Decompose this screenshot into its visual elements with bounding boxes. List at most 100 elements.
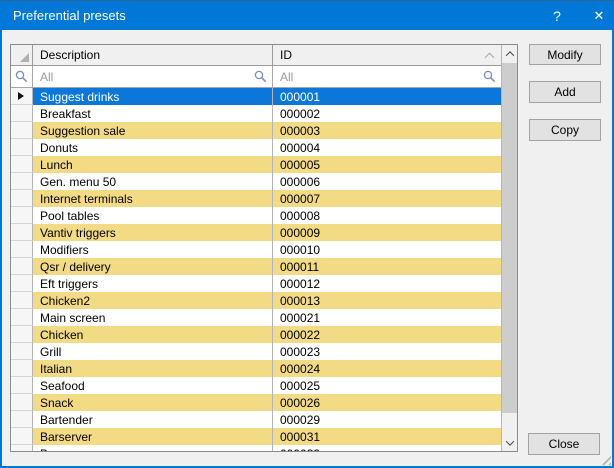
- row-id: 000024: [273, 360, 501, 377]
- scroll-up-button[interactable]: [502, 45, 517, 62]
- scroll-up-icon: [505, 51, 513, 59]
- row-indicator-cell: [11, 411, 33, 428]
- row-id: 000023: [273, 343, 501, 360]
- row-indicator-cell: [11, 173, 33, 190]
- table-row[interactable]: Barserver 000031: [11, 428, 501, 445]
- row-id: 000003: [273, 122, 501, 139]
- grid-rows: Suggest drinks 000001 Breakfast 000002 S…: [11, 88, 501, 451]
- vertical-scrollbar[interactable]: [501, 45, 517, 451]
- column-header-id-label: ID: [280, 48, 292, 62]
- table-row[interactable]: Donuts 000004: [11, 139, 501, 156]
- add-button[interactable]: Add: [529, 81, 601, 103]
- filter-id-input[interactable]: All: [273, 66, 501, 87]
- table-row[interactable]: Lunch 000005: [11, 156, 501, 173]
- table-row[interactable]: Grill 000023: [11, 343, 501, 360]
- row-id: 000009: [273, 224, 501, 241]
- close-icon: ✕: [594, 8, 605, 24]
- row-id: 000001: [273, 88, 501, 105]
- row-indicator-cell: [11, 105, 33, 122]
- row-id: 000022: [273, 326, 501, 343]
- row-indicator-cell: [11, 292, 33, 309]
- row-indicator-cell: [11, 275, 33, 292]
- help-button[interactable]: ?: [536, 1, 578, 31]
- row-id: 000032: [273, 445, 501, 451]
- scrollbar-thumb[interactable]: [502, 63, 517, 413]
- select-all-corner[interactable]: [11, 45, 33, 65]
- row-indicator-cell: [11, 445, 33, 451]
- table-row[interactable]: Qsr / delivery 000011: [11, 258, 501, 275]
- table-row[interactable]: Chicken 000022: [11, 326, 501, 343]
- row-indicator-cell: [11, 343, 33, 360]
- row-indicator-cell: [11, 190, 33, 207]
- row-description: Bartender: [33, 411, 273, 428]
- copy-button[interactable]: Copy: [529, 119, 601, 141]
- presets-grid: Description ID All A: [10, 44, 518, 452]
- table-row[interactable]: Seafood 000025: [11, 377, 501, 394]
- row-id: 000031: [273, 428, 501, 445]
- row-id: 000008: [273, 207, 501, 224]
- table-row[interactable]: Modifiers 000010: [11, 241, 501, 258]
- table-row[interactable]: Pool tables 000008: [11, 207, 501, 224]
- table-row[interactable]: Suggest drinks 000001: [11, 88, 501, 105]
- row-description: Gen. menu 50: [33, 173, 273, 190]
- table-row[interactable]: Italian 000024: [11, 360, 501, 377]
- table-row[interactable]: Eft triggers 000012: [11, 275, 501, 292]
- row-indicator-cell: [11, 258, 33, 275]
- row-description: Chicken2: [33, 292, 273, 309]
- table-row[interactable]: Internet terminals 000007: [11, 190, 501, 207]
- table-row[interactable]: Breakfast 000002: [11, 105, 501, 122]
- row-id: 000021: [273, 309, 501, 326]
- filter-indicator-cell[interactable]: [11, 66, 33, 87]
- scroll-down-icon: [505, 437, 513, 445]
- table-row[interactable]: Gen. menu 50 000006: [11, 173, 501, 190]
- column-header-id[interactable]: ID: [273, 45, 501, 65]
- dialog-preferential-presets: Preferential presets ? ✕ Description ID: [0, 0, 614, 468]
- table-row[interactable]: Main screen 000021: [11, 309, 501, 326]
- row-indicator-cell: [11, 360, 33, 377]
- magnifier-icon: [483, 70, 496, 83]
- help-icon: ?: [553, 8, 561, 24]
- row-id: 000012: [273, 275, 501, 292]
- table-row[interactable]: Chicken2 000013: [11, 292, 501, 309]
- table-row[interactable]: Suggestion sale 000003: [11, 122, 501, 139]
- table-row[interactable]: Beers 000032: [11, 445, 501, 451]
- current-row-arrow-icon: [18, 92, 24, 100]
- row-description: Donuts: [33, 139, 273, 156]
- grid-filter-row: All All: [11, 66, 501, 88]
- window-title: Preferential presets: [0, 8, 126, 23]
- modify-button[interactable]: Modify: [529, 44, 601, 65]
- row-id: 000005: [273, 156, 501, 173]
- table-row[interactable]: Bartender 000029: [11, 411, 501, 428]
- row-description: Suggest drinks: [33, 88, 273, 105]
- row-description: Italian: [33, 360, 273, 377]
- row-description: Pool tables: [33, 207, 273, 224]
- row-indicator-cell: [11, 241, 33, 258]
- close-button[interactable]: Close: [528, 433, 600, 455]
- row-id: 000007: [273, 190, 501, 207]
- row-indicator-cell: [11, 428, 33, 445]
- row-id: 000002: [273, 105, 501, 122]
- table-row[interactable]: Snack 000026: [11, 394, 501, 411]
- row-description: Seafood: [33, 377, 273, 394]
- row-id: 000011: [273, 258, 501, 275]
- row-id: 000025: [273, 377, 501, 394]
- row-description: Modifiers: [33, 241, 273, 258]
- row-description: Qsr / delivery: [33, 258, 273, 275]
- magnifier-icon: [254, 70, 267, 83]
- close-window-button[interactable]: ✕: [584, 1, 614, 31]
- filter-description-input[interactable]: All: [33, 66, 273, 87]
- row-description: Main screen: [33, 309, 273, 326]
- row-description: Beers: [33, 445, 273, 451]
- row-description: Lunch: [33, 156, 273, 173]
- row-indicator-cell: [11, 122, 33, 139]
- scroll-down-button[interactable]: [502, 434, 517, 451]
- corner-triangle-icon: [20, 53, 29, 62]
- row-indicator-cell: [11, 156, 33, 173]
- row-id: 000010: [273, 241, 501, 258]
- row-description: Eft triggers: [33, 275, 273, 292]
- row-description: Chicken: [33, 326, 273, 343]
- row-description: Internet terminals: [33, 190, 273, 207]
- column-header-description[interactable]: Description: [33, 45, 273, 65]
- row-indicator-cell: [11, 377, 33, 394]
- table-row[interactable]: Vantiv triggers 000009: [11, 224, 501, 241]
